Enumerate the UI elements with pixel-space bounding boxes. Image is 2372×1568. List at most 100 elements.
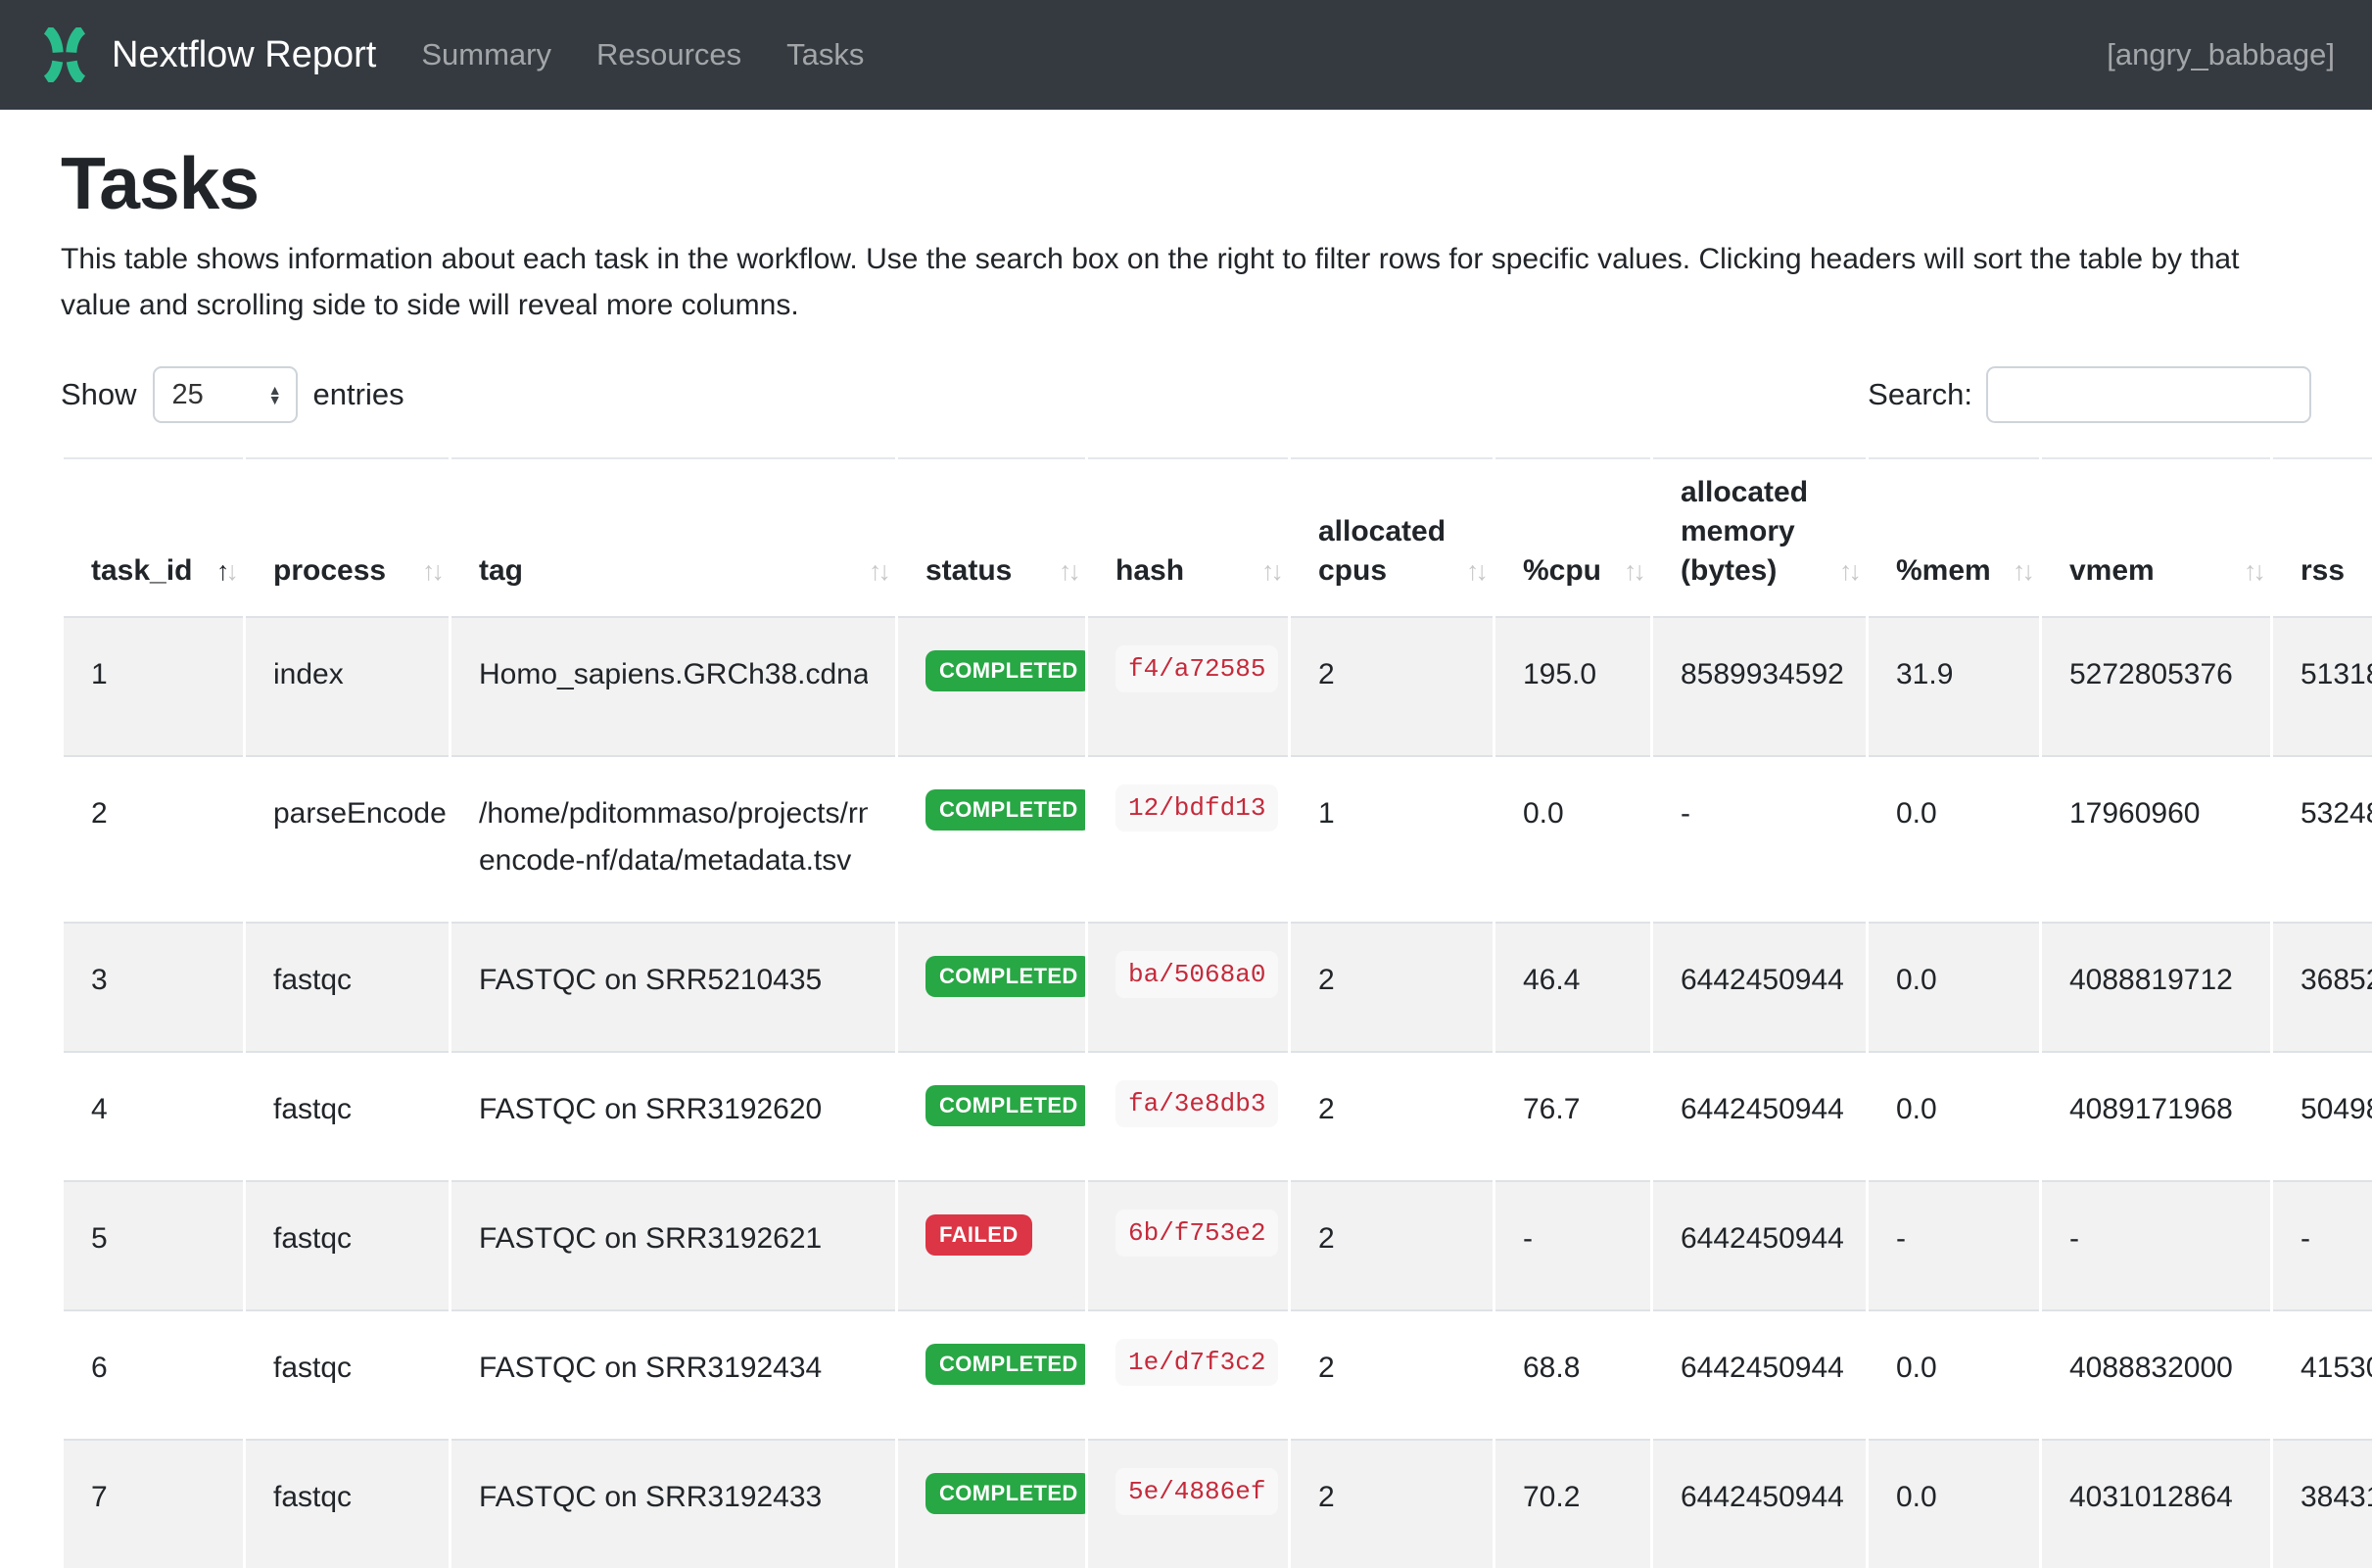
cell-tag: Homo_sapiens.GRCh38.cdna.all.fa.gz: [451, 618, 895, 755]
cell-pmem: 31.9: [1869, 618, 2039, 755]
nav-links: Summary Resources Tasks: [421, 37, 864, 72]
cell-tag: /home/pditommaso/projects/rnaseq-encode-…: [451, 755, 895, 922]
cell-vmem: 4089171968: [2042, 1051, 2270, 1180]
search-label: Search:: [1868, 377, 1972, 412]
column-label: allocated cpus: [1318, 515, 1446, 587]
tag-text: FASTQC on SRR3192434: [479, 1345, 868, 1392]
cell-pcpu: 195.0: [1495, 618, 1650, 755]
cell-pcpu: -: [1495, 1180, 1650, 1309]
column-header-process[interactable]: process↑↓: [246, 457, 449, 618]
sort-desc-icon: ↓: [1068, 556, 1078, 586]
column-header-status[interactable]: status ↑↓: [898, 457, 1085, 618]
sort-desc-icon: ↓: [1849, 556, 1859, 586]
sort-icons: ↑↓: [216, 551, 235, 591]
cell-status: FAILED: [898, 1180, 1085, 1309]
tasks-table-wrap[interactable]: task_id↑↓process↑↓tag↑↓status↑↓hash↑↓all…: [61, 457, 2372, 1568]
table-row: 6fastqcFASTQC on SRR3192434COMPLETED1e/d…: [64, 1309, 2372, 1439]
sort-desc-icon: ↓: [1271, 556, 1281, 586]
sort-icons: ↑↓: [869, 551, 887, 591]
cell-tag: FASTQC on SRR3192433: [451, 1439, 895, 1568]
column-header-allocated_cpus[interactable]: allocated cpus↑↓: [1291, 457, 1493, 618]
column-label: task_id: [91, 554, 192, 587]
status-badge: COMPLETED: [925, 1344, 1085, 1385]
cell-pcpu: 0.0: [1495, 755, 1650, 922]
column-header-pmem[interactable]: %mem↑↓: [1869, 457, 2039, 618]
column-label: status: [925, 554, 1012, 587]
search-input[interactable]: [1986, 366, 2311, 423]
navbar: Nextflow Report SummaryResourcesTasks [a…: [0, 0, 2372, 110]
nav-link-resources[interactable]: Resources: [596, 37, 741, 72]
sort-icons: ↑↓: [422, 551, 441, 591]
sort-icons: ↑↓: [1059, 551, 1077, 591]
cell-process: fastqc: [246, 1180, 449, 1309]
nav-link-summary[interactable]: Summary: [421, 37, 551, 72]
column-header-allocated_memory[interactable]: allocated memory (bytes) ↑↓: [1653, 457, 1866, 618]
cell-pmem: -: [1869, 1180, 2039, 1309]
status-badge: COMPLETED: [925, 956, 1085, 997]
tag-text: /home/pditommaso/projects/rnaseq-: [479, 790, 868, 837]
cell-task_id: 2: [64, 755, 243, 922]
cell-task_id: 4: [64, 1051, 243, 1180]
tag-text: Homo_sapiens.GRCh38.cdna.all.fa.gz: [479, 651, 868, 698]
cell-vmem: -: [2042, 1180, 2270, 1309]
brand-link[interactable]: Nextflow Report: [112, 34, 376, 76]
table-row: 4fastqcFASTQC on SRR3192620COMPLETEDfa/3…: [64, 1051, 2372, 1180]
cell-rss: 38431: [2273, 1439, 2372, 1568]
cell-vmem: 4088819712: [2042, 922, 2270, 1051]
cell-pmem: 0.0: [1869, 1051, 2039, 1180]
cell-process: fastqc: [246, 1051, 449, 1180]
sort-asc-icon: ↑: [1059, 556, 1068, 586]
cell-rss: 36852: [2273, 922, 2372, 1051]
column-header-tag[interactable]: tag↑↓: [451, 457, 895, 618]
column-label: allocated memory (bytes): [1681, 476, 1808, 587]
cell-hash: 6b/f753e2: [1088, 1180, 1288, 1309]
entries-label: entries: [313, 377, 404, 412]
cell-allocated_cpus: 2: [1291, 1439, 1493, 1568]
column-header-task_id[interactable]: task_id ↑↓: [64, 457, 243, 618]
cell-allocated_memory: 6442450944: [1653, 922, 1866, 1051]
tag-text: FASTQC on SRR3192620: [479, 1086, 868, 1133]
cell-process: fastqc: [246, 1439, 449, 1568]
column-header-pcpu[interactable]: %cpu↑↓: [1495, 457, 1650, 618]
hash-code: f4/a72585: [1115, 645, 1278, 692]
sort-asc-icon: ↑: [1839, 556, 1849, 586]
cell-vmem: 4088832000: [2042, 1309, 2270, 1439]
column-label: %cpu: [1523, 554, 1601, 587]
cell-allocated_cpus: 2: [1291, 1180, 1493, 1309]
cell-hash: fa/3e8db3: [1088, 1051, 1288, 1180]
hash-code: 6b/f753e2: [1115, 1210, 1278, 1257]
cell-allocated_memory: 6442450944: [1653, 1051, 1866, 1180]
status-badge: FAILED: [925, 1214, 1032, 1256]
cell-rss: 41530: [2273, 1309, 2372, 1439]
sort-asc-icon: ↑: [1624, 556, 1634, 586]
hash-code: ba/5068a0: [1115, 951, 1278, 998]
column-header-vmem[interactable]: vmem↑↓: [2042, 457, 2270, 618]
cell-status: COMPLETED: [898, 755, 1085, 922]
cell-hash: 12/bdfd13: [1088, 755, 1288, 922]
cell-process: fastqc: [246, 922, 449, 1051]
column-label: rss: [2301, 554, 2345, 587]
column-header-rss[interactable]: rss↑↓: [2273, 457, 2372, 618]
status-badge: COMPLETED: [925, 650, 1085, 691]
tag-text: FASTQC on SRR3192433: [479, 1474, 868, 1521]
sort-icons: ↑↓: [1839, 551, 1858, 591]
sort-desc-icon: ↓: [1476, 556, 1486, 586]
cell-hash: 5e/4886ef: [1088, 1439, 1288, 1568]
cell-status: COMPLETED: [898, 922, 1085, 1051]
sort-icons: ↑↓: [2013, 551, 2031, 591]
header-row: task_id↑↓process↑↓tag↑↓status↑↓hash↑↓all…: [64, 457, 2372, 618]
cell-pcpu: 68.8: [1495, 1309, 1650, 1439]
table-row: 2parseEncode/home/pditommaso/projects/rn…: [64, 755, 2372, 922]
sort-desc-icon: ↓: [2253, 556, 2263, 586]
show-label: Show: [61, 377, 137, 412]
cell-pmem: 0.0: [1869, 922, 2039, 1051]
cell-process: parseEncode: [246, 755, 449, 922]
cell-task_id: 6: [64, 1309, 243, 1439]
column-header-hash[interactable]: hash↑↓: [1088, 457, 1288, 618]
cell-allocated_cpus: 2: [1291, 1051, 1493, 1180]
entries-select[interactable]: 25 ▲▼: [153, 366, 298, 423]
table-row: 5fastqcFASTQC on SRR3192621FAILED6b/f753…: [64, 1180, 2372, 1309]
nav-link-tasks[interactable]: Tasks: [786, 37, 864, 72]
hash-code: 5e/4886ef: [1115, 1468, 1278, 1515]
cell-task_id: 1: [64, 618, 243, 755]
